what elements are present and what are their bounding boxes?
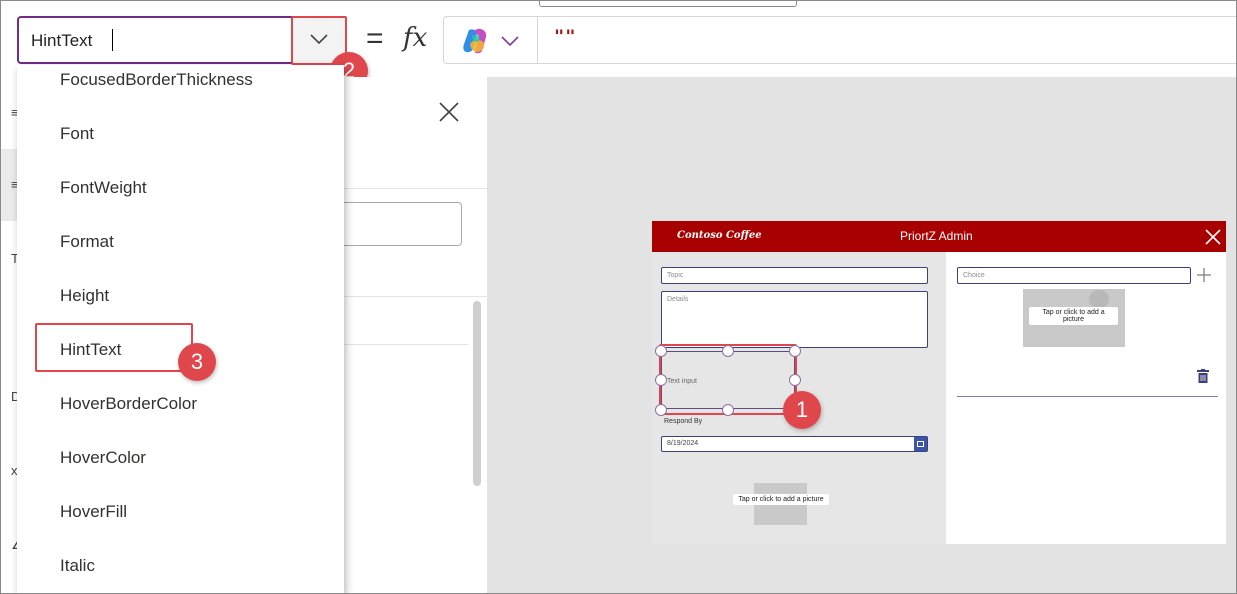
callout-badge-3: 3 [178, 343, 216, 381]
topic-placeholder: Topic [667, 272, 684, 279]
dropdown-item[interactable]: HoverColor [60, 448, 146, 468]
dropdown-item[interactable]: HoverBorderColor [60, 394, 197, 414]
app-title: PriortZ Admin [900, 229, 973, 243]
respond-by-label: Respond By [664, 418, 703, 425]
dropdown-item[interactable]: FontWeight [60, 178, 147, 198]
text-caret [112, 29, 113, 51]
resize-handle[interactable] [655, 345, 667, 357]
resize-handle[interactable] [722, 345, 734, 357]
app-right-pane: Choice Tap or click to add a picture [946, 252, 1226, 544]
resize-handle[interactable] [789, 374, 801, 386]
plus-icon[interactable] [1197, 268, 1211, 282]
divider [344, 344, 468, 345]
dropdown-item[interactable]: Italic [60, 556, 95, 576]
copilot-chevron-icon [501, 36, 519, 47]
close-icon[interactable] [439, 102, 459, 122]
choice-placeholder: Choice [963, 272, 985, 279]
equals-sign: = [366, 22, 384, 55]
highlight-hinttext-item [35, 323, 193, 372]
power-apps-studio: HintText 2 = fx "" ≡ ≡ T D x ∠ [0, 0, 1237, 594]
resize-handle[interactable] [655, 404, 667, 416]
top-toolbar-edge [539, 1, 797, 7]
tree-search-input[interactable] [344, 202, 462, 246]
formula-text: "" [554, 27, 577, 47]
close-icon[interactable] [1205, 229, 1221, 245]
brand-logo: Contoso Coffee [677, 230, 762, 241]
resize-handle[interactable] [655, 374, 667, 386]
dropdown-item[interactable]: FocusedBorderThickness [60, 70, 253, 90]
property-value: HintText [31, 31, 93, 50]
image-circle [1089, 290, 1109, 308]
copilot-icon [463, 28, 487, 54]
dropdown-item[interactable]: Format [60, 232, 114, 252]
add-picture-hint-right: Tap or click to add a picture [1029, 307, 1118, 325]
details-input[interactable]: Details [661, 291, 928, 348]
topic-input[interactable]: Topic [661, 267, 928, 284]
dropdown-item[interactable]: Font [60, 124, 94, 144]
dropdown-item[interactable]: HoverFill [60, 502, 127, 522]
resize-handle[interactable] [722, 404, 734, 416]
calendar-icon[interactable] [914, 437, 927, 451]
dropdown-item[interactable]: Height [60, 286, 109, 306]
respond-by-datepicker[interactable]: 8/19/2024 [661, 436, 928, 452]
panel-scrollbar[interactable] [473, 301, 481, 486]
choice-dropdown[interactable]: Choice [957, 267, 1191, 284]
divider [344, 296, 487, 297]
fx-icon: fx [403, 23, 428, 53]
callout-badge-1: 1 [783, 391, 821, 429]
divider [957, 396, 1218, 397]
app-header: Contoso Coffee PriortZ Admin [652, 221, 1226, 252]
copilot-button[interactable] [443, 16, 537, 64]
resize-handle[interactable] [789, 345, 801, 357]
divider [344, 188, 487, 189]
details-placeholder: Details [667, 296, 689, 303]
add-picture-hint: Tap or click to add a picture [733, 494, 829, 505]
trash-icon[interactable] [1197, 369, 1209, 383]
formula-input[interactable]: "" [537, 16, 1236, 64]
respond-by-date: 8/19/2024 [667, 440, 699, 447]
